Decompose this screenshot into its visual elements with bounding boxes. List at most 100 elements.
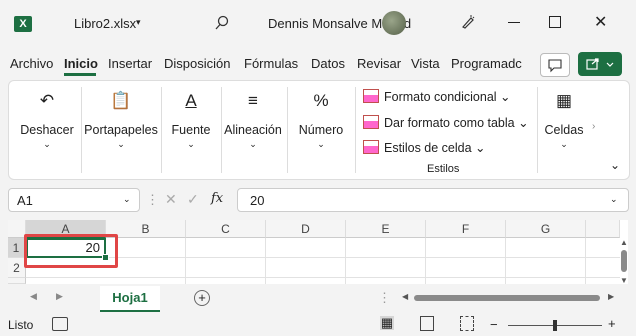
scroll-right-icon[interactable]: ▶ [608, 292, 614, 301]
grip-icon: ⋮ [146, 192, 159, 207]
comments-button[interactable] [540, 53, 570, 77]
formula-input[interactable]: 20 ⌄ [237, 188, 629, 212]
excel-logo-icon: X [14, 16, 32, 32]
tab-programador[interactable]: Programadc [451, 56, 522, 71]
sheet-next-icon[interactable]: ▶ [56, 291, 63, 302]
normal-view-icon[interactable]: ▦ [380, 316, 394, 330]
scroll-up-icon[interactable]: ▲ [620, 238, 628, 247]
percent-icon: % [313, 91, 329, 110]
spreadsheet-grid[interactable]: A B C D E F G 1 2 20 ▲ ▼ [8, 220, 628, 285]
chevron-down-icon[interactable]: ▾ [136, 17, 141, 28]
font-group[interactable]: A Fuente ⌄ [163, 81, 219, 179]
chevron-down-icon[interactable]: ⌄ [123, 194, 131, 205]
zoom-slider-thumb[interactable] [553, 320, 557, 331]
search-icon[interactable] [214, 15, 230, 34]
cancel-icon[interactable]: ✕ [165, 191, 177, 208]
font-icon: A [185, 91, 197, 110]
cell-styles-icon [363, 140, 379, 154]
column-header[interactable]: F [426, 220, 506, 238]
divider [221, 87, 222, 173]
cell-styles-label: Estilos de celda [384, 141, 472, 155]
column-header[interactable] [586, 220, 620, 238]
fx-icon[interactable]: fx [211, 191, 223, 206]
column-header[interactable]: B [106, 220, 186, 238]
scroll-left-icon[interactable]: ◀ [402, 292, 408, 301]
column-header[interactable]: D [266, 220, 346, 238]
alignment-group[interactable]: ≡ Alineación ⌄ [223, 81, 283, 179]
tab-inicio[interactable]: Inicio [64, 56, 98, 71]
sheet-tab-hoja1[interactable]: Hoja1 [100, 286, 160, 312]
page-layout-icon[interactable] [420, 316, 434, 331]
pen-icon[interactable] [460, 14, 476, 33]
macro-record-icon[interactable] [52, 317, 68, 331]
chevron-down-icon: ⌄ [317, 139, 325, 149]
number-group[interactable]: % Número ⌄ [291, 81, 351, 179]
undo-group[interactable]: ↶ Deshacer ⌄ [15, 81, 79, 179]
undo-label: Deshacer [20, 123, 74, 137]
clipboard-group[interactable]: 📋 Portapapeles ⌄ [83, 81, 159, 179]
minimize-button[interactable] [508, 22, 520, 23]
format-as-table-button[interactable]: Dar formato como tabla ⌄ [363, 115, 529, 130]
conditional-format-button[interactable]: Formato condicional ⌄ [363, 89, 511, 104]
divider [287, 87, 288, 173]
scroll-down-icon[interactable]: ▼ [620, 276, 628, 285]
highlight-box [24, 234, 118, 268]
check-icon[interactable]: ✓ [187, 191, 199, 208]
conditional-format-label: Formato condicional [384, 90, 497, 104]
column-header[interactable]: E [346, 220, 426, 238]
cells-group[interactable]: ▦ Celdas ⌄ [541, 81, 587, 179]
chevron-down-icon[interactable]: ⌄ [610, 194, 618, 205]
row-header[interactable] [8, 278, 26, 284]
close-button[interactable]: ✕ [594, 12, 607, 32]
page-break-icon[interactable] [460, 316, 474, 331]
horizontal-scroll-thumb[interactable] [414, 295, 600, 301]
name-box[interactable]: A1 ⌄ [8, 188, 140, 212]
tab-vista[interactable]: Vista [411, 56, 440, 71]
align-icon: ≡ [248, 91, 258, 110]
tab-disposicion[interactable]: Disposición [164, 56, 230, 71]
name-box-value: A1 [17, 193, 33, 208]
share-button[interactable] [578, 52, 622, 76]
gridline [425, 238, 426, 284]
tab-archivo[interactable]: Archivo [10, 56, 53, 71]
column-header[interactable]: G [506, 220, 586, 238]
cell-styles-button[interactable]: Estilos de celda ⌄ [363, 140, 486, 155]
conditional-format-icon [363, 89, 379, 103]
column-header[interactable]: C [186, 220, 266, 238]
tab-insertar[interactable]: Insertar [108, 56, 152, 71]
ribbon-scroll-right-icon[interactable]: › [592, 121, 595, 132]
maximize-button[interactable] [549, 16, 561, 28]
file-name[interactable]: Libro2.xlsx [74, 16, 136, 31]
cells-icon: ▦ [555, 91, 573, 110]
number-label: Número [298, 123, 344, 137]
clipboard-label: Portapapeles [84, 123, 158, 137]
divider [355, 87, 356, 173]
undo-icon: ↶ [39, 91, 55, 110]
gridline [265, 238, 266, 284]
chevron-down-icon: ⌄ [187, 139, 195, 149]
ribbon-collapse-icon[interactable]: ⌄ [610, 158, 620, 172]
add-sheet-button[interactable]: + [194, 290, 210, 306]
ribbon: ↶ Deshacer ⌄ 📋 Portapapeles ⌄ A Fuente ⌄… [8, 80, 630, 180]
zoom-out-icon[interactable]: − [490, 317, 498, 332]
gridline [505, 238, 506, 284]
styles-group-label: Estilos [427, 163, 460, 175]
grip-icon: ⋮ [378, 290, 391, 305]
format-as-table-label: Dar formato como tabla [384, 116, 515, 130]
tab-revisar[interactable]: Revisar [357, 56, 401, 71]
tab-datos[interactable]: Datos [311, 56, 345, 71]
avatar[interactable] [382, 11, 406, 35]
tab-formulas[interactable]: Fórmulas [244, 56, 298, 71]
scroll-thumb[interactable] [621, 250, 627, 272]
divider [161, 87, 162, 173]
gridline [185, 238, 186, 284]
formula-value: 20 [250, 193, 265, 208]
chevron-down-icon: ⌄ [249, 139, 257, 149]
vertical-scrollbar[interactable]: ▲ ▼ [620, 238, 628, 285]
clipboard-icon: 📋 [110, 91, 132, 110]
zoom-in-icon[interactable]: + [608, 316, 616, 331]
sheet-prev-icon[interactable]: ◀ [30, 291, 37, 302]
table-icon [363, 115, 379, 129]
gridline [345, 238, 346, 284]
font-label: Fuente [171, 123, 211, 137]
